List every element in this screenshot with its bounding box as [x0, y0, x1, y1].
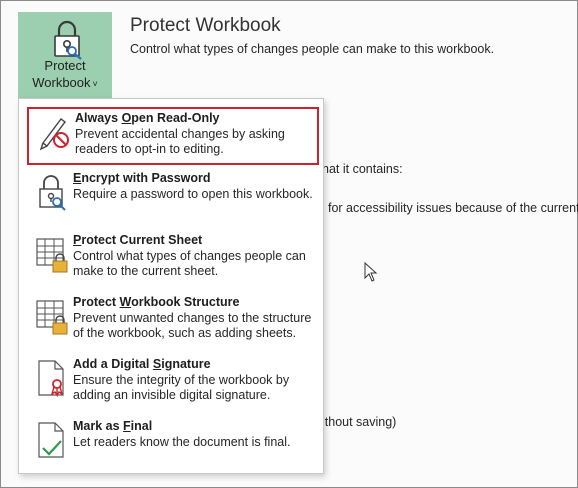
background-text: hat it contains: [322, 162, 403, 176]
protect-workbook-label-line1: Protect [44, 58, 86, 73]
menu-item-title: Protect Workbook Structure [73, 295, 240, 309]
menu-item-title: Add a Digital Signature [73, 357, 211, 371]
menu-item-title: Protect Current Sheet [73, 233, 203, 247]
menu-item-protect-current-sheet[interactable]: Protect Current Sheet Control what types… [27, 231, 319, 289]
menu-item-title: Mark as Final [73, 419, 153, 433]
menu-item-add-digital-signature[interactable]: Add a Digital Signature Ensure the integ… [27, 355, 319, 413]
sheet-lock-icon [36, 238, 68, 273]
lock-key-icon [54, 20, 82, 60]
protect-workbook-button[interactable]: Protect Workbook ˅ [18, 12, 112, 100]
menu-item-description: Control what types of changes people can… [73, 249, 306, 278]
menu-item-description: Ensure the integrity of the workbook by … [73, 373, 290, 402]
pencil-prohibited-icon [39, 118, 69, 151]
mouse-pointer-icon [364, 262, 378, 282]
section-title: Protect Workbook [130, 15, 281, 36]
menu-item-description: Require a password to open this workbook… [73, 187, 313, 201]
menu-item-always-open-read-only[interactable]: Always Open Read-Only Prevent accidental… [27, 107, 319, 165]
menu-item-description: Prevent accidental changes by asking rea… [75, 127, 285, 156]
menu-item-encrypt-with-password[interactable]: Encrypt with Password Require a password… [27, 169, 319, 227]
menu-item-description: Let readers know the document is final. [73, 435, 291, 449]
document-check-icon [38, 422, 64, 458]
menu-item-title: Always Open Read-Only [75, 111, 220, 125]
menu-item-title: Encrypt with Password [73, 171, 211, 185]
protect-workbook-menu: Always Open Read-Only Prevent accidental… [18, 98, 324, 474]
lock-search-icon [39, 175, 66, 211]
menu-item-description: Prevent unwanted changes to the structur… [73, 311, 312, 340]
protect-workbook-label-line2: Workbook ˅ [32, 75, 98, 90]
section-description: Control what types of changes people can… [130, 42, 495, 56]
ribbon-document-icon [38, 360, 64, 397]
menu-item-mark-as-final[interactable]: Mark as Final Let readers know the docum… [27, 417, 319, 475]
chevron-down-icon: ˅ [92, 79, 98, 89]
background-text: for accessibility issues because of the … [328, 201, 578, 215]
workbook-lock-icon [36, 300, 68, 335]
menu-item-protect-workbook-structure[interactable]: Protect Workbook Structure Prevent unwan… [27, 293, 319, 351]
background-text: ithout saving) [322, 415, 397, 429]
